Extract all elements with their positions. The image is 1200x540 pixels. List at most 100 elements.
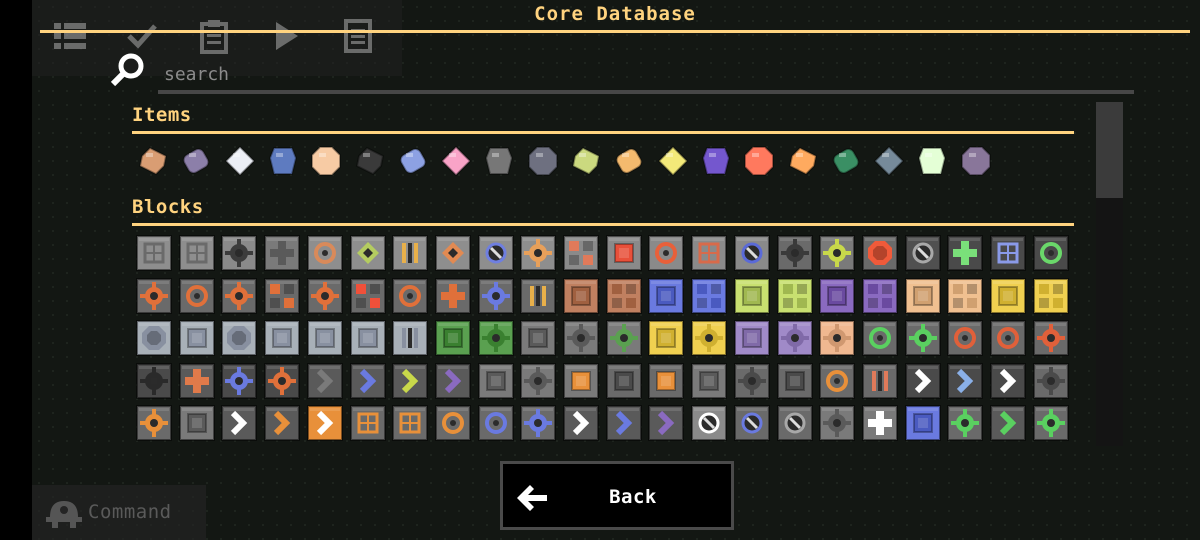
block-icon[interactable]	[819, 277, 856, 314]
block-icon[interactable]	[520, 277, 557, 314]
scrollbar-thumb[interactable]	[1096, 102, 1123, 198]
block-icon[interactable]	[605, 320, 642, 356]
block-icon[interactable]	[648, 405, 685, 441]
block-icon[interactable]	[691, 405, 728, 441]
block-icon[interactable]	[136, 362, 172, 399]
block-icon[interactable]	[178, 320, 215, 356]
block-icon[interactable]	[605, 235, 642, 271]
block-icon[interactable]	[648, 320, 685, 356]
block-icon[interactable]	[178, 405, 215, 441]
block-icon[interactable]	[392, 405, 429, 441]
block-icon[interactable]	[990, 362, 1026, 399]
block-icon[interactable]	[947, 277, 984, 314]
block-icon[interactable]	[904, 320, 941, 356]
block-icon[interactable]	[819, 362, 856, 399]
block-icon[interactable]	[733, 277, 770, 314]
block-icon[interactable]	[264, 277, 301, 314]
oxide-icon[interactable]	[915, 144, 949, 178]
block-icon[interactable]	[264, 362, 301, 399]
block-icon[interactable]	[776, 405, 813, 441]
block-icon[interactable]	[1032, 235, 1069, 271]
block-icon[interactable]	[392, 362, 429, 399]
block-icon[interactable]	[434, 320, 471, 356]
spore-pod-icon[interactable]	[699, 144, 733, 178]
command-button[interactable]: Command	[32, 485, 206, 540]
beryllium-icon[interactable]	[829, 144, 863, 178]
block-icon[interactable]	[306, 362, 343, 399]
coal-icon[interactable]	[353, 144, 387, 178]
block-icon[interactable]	[178, 277, 215, 314]
block-icon[interactable]	[1032, 320, 1069, 356]
block-icon[interactable]	[221, 235, 258, 271]
block-icon[interactable]	[947, 320, 984, 356]
block-icon[interactable]	[733, 320, 770, 356]
block-icon[interactable]	[477, 235, 514, 271]
block-icon[interactable]	[264, 235, 301, 271]
block-icon[interactable]	[349, 405, 386, 441]
block-icon[interactable]	[605, 405, 642, 441]
metaglass-icon[interactable]	[223, 144, 257, 178]
plastanium-icon[interactable]	[569, 144, 603, 178]
back-button[interactable]: Back	[500, 461, 734, 530]
block-icon[interactable]	[477, 277, 514, 314]
block-icon[interactable]	[136, 320, 172, 356]
block-icon[interactable]	[861, 362, 898, 399]
content-scrollbar[interactable]	[1096, 102, 1123, 446]
block-icon[interactable]	[861, 320, 898, 356]
block-icon[interactable]	[264, 405, 301, 441]
block-icon[interactable]	[1032, 405, 1069, 441]
block-icon[interactable]	[776, 277, 813, 314]
block-icon[interactable]	[563, 277, 599, 314]
block-icon[interactable]	[861, 235, 898, 271]
block-icon[interactable]	[947, 405, 984, 441]
block-icon[interactable]	[819, 320, 856, 356]
block-icon[interactable]	[563, 362, 599, 399]
block-icon[interactable]	[947, 362, 984, 399]
block-icon[interactable]	[434, 405, 471, 441]
block-icon[interactable]	[392, 277, 429, 314]
block-icon[interactable]	[947, 235, 984, 271]
block-icon[interactable]	[392, 320, 429, 356]
blast-compound-icon[interactable]	[742, 144, 776, 178]
block-icon[interactable]	[136, 277, 172, 314]
block-icon[interactable]	[904, 405, 941, 441]
block-icon[interactable]	[306, 320, 343, 356]
block-icon[interactable]	[861, 277, 898, 314]
block-icon[interactable]	[990, 320, 1026, 356]
block-icon[interactable]	[520, 320, 557, 356]
block-icon[interactable]	[776, 320, 813, 356]
thorium-icon[interactable]	[439, 144, 473, 178]
block-icon[interactable]	[434, 362, 471, 399]
copper-icon[interactable]	[136, 144, 170, 178]
block-icon[interactable]	[904, 362, 941, 399]
block-icon[interactable]	[733, 405, 770, 441]
block-icon[interactable]	[477, 320, 514, 356]
block-icon[interactable]	[178, 362, 215, 399]
block-icon[interactable]	[904, 235, 941, 271]
pyratite-icon[interactable]	[786, 144, 820, 178]
block-icon[interactable]	[221, 277, 258, 314]
block-icon[interactable]	[392, 235, 429, 271]
block-icon[interactable]	[221, 362, 258, 399]
block-icon[interactable]	[563, 235, 599, 271]
block-icon[interactable]	[819, 405, 856, 441]
block-icon[interactable]	[306, 235, 343, 271]
block-icon[interactable]	[605, 362, 642, 399]
carbide-icon[interactable]	[959, 144, 993, 178]
block-icon[interactable]	[349, 362, 386, 399]
scrap-icon[interactable]	[482, 144, 516, 178]
block-icon[interactable]	[648, 235, 685, 271]
block-icon[interactable]	[733, 362, 770, 399]
block-icon[interactable]	[1032, 362, 1069, 399]
search-input[interactable]	[158, 58, 1134, 94]
block-icon[interactable]	[733, 235, 770, 271]
block-icon[interactable]	[520, 405, 557, 441]
block-icon[interactable]	[861, 405, 898, 441]
block-icon[interactable]	[691, 277, 728, 314]
block-icon[interactable]	[221, 405, 258, 441]
phase-fabric-icon[interactable]	[612, 144, 646, 178]
surge-alloy-icon[interactable]	[656, 144, 690, 178]
block-icon[interactable]	[136, 405, 172, 441]
block-icon[interactable]	[264, 320, 301, 356]
block-icon[interactable]	[990, 405, 1026, 441]
